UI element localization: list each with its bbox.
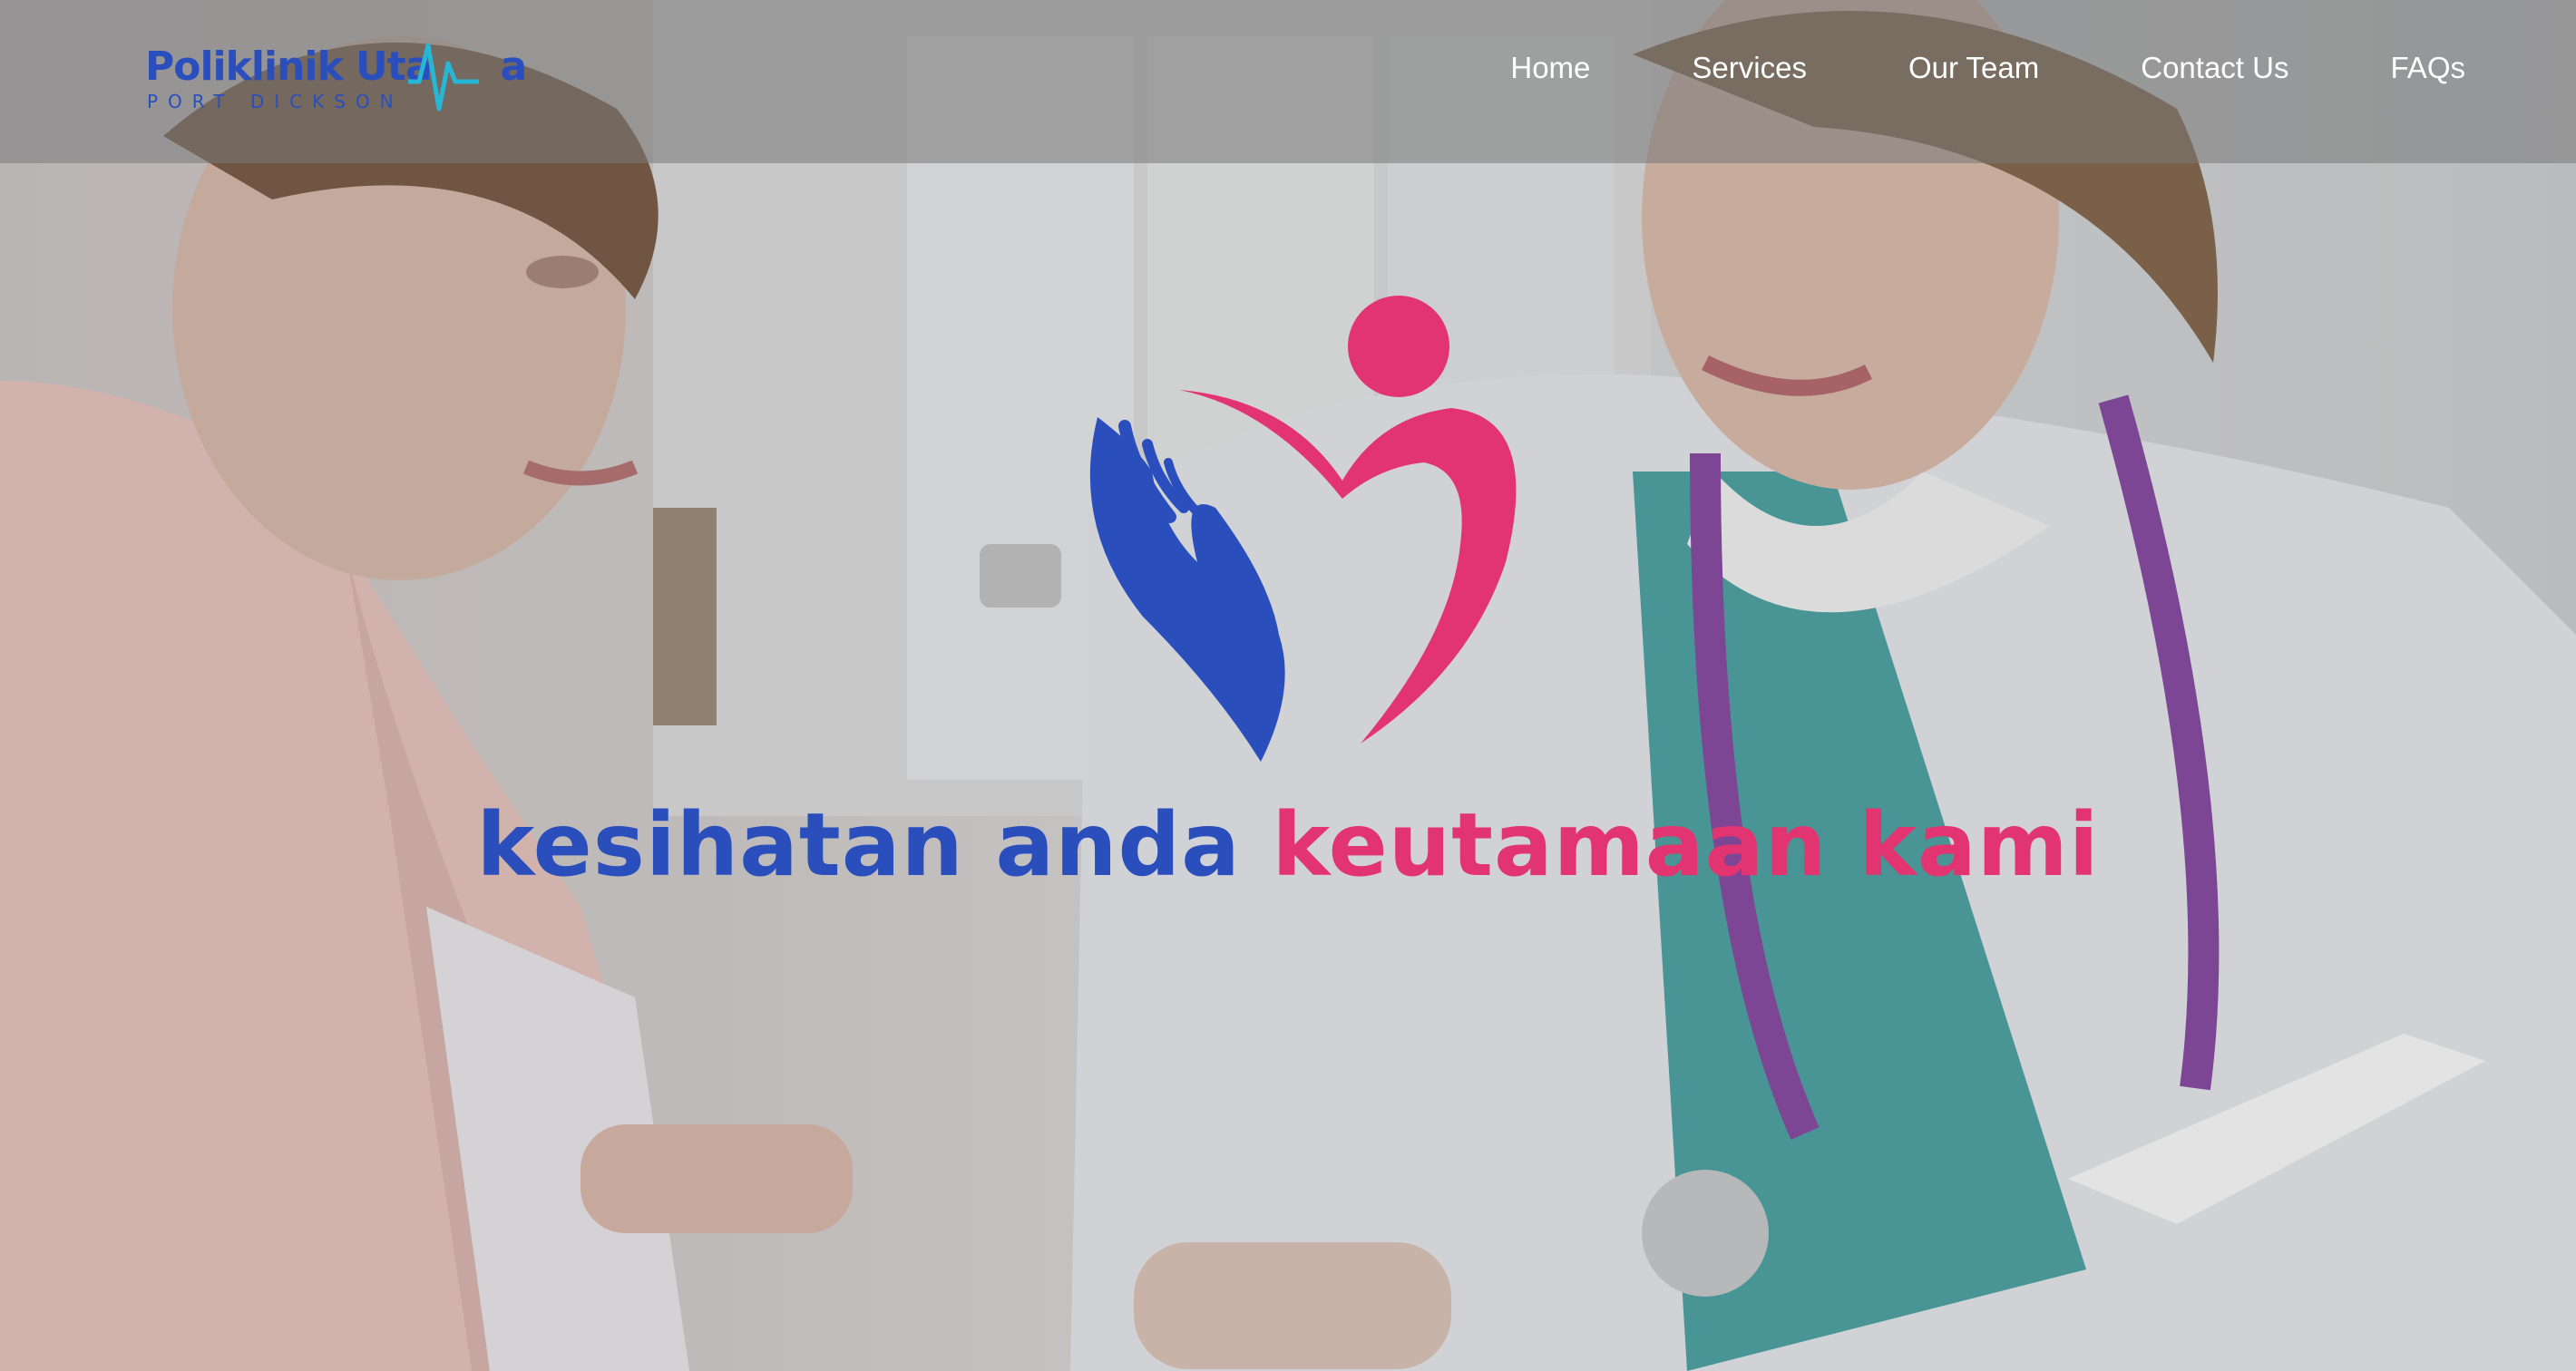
top-navbar: Poliklinik Uta a PORT DICKSON Home Servic…	[0, 0, 2576, 163]
main-nav: Home Services Our Team Contact Us FAQs	[1409, 51, 2465, 85]
center-logo	[1070, 290, 1542, 784]
brand-logo[interactable]: Poliklinik Uta a PORT DICKSON	[145, 24, 528, 123]
heartbeat-icon	[408, 43, 479, 112]
brand-name-text: Poliklinik Uta	[145, 44, 433, 90]
nav-contact-us[interactable]: Contact Us	[2141, 51, 2288, 85]
slogan-part-1: kesihatan anda	[476, 794, 1241, 896]
hero-slogan: kesihatan anda keutamaan kami	[0, 794, 2576, 896]
brand-name-end: a	[500, 44, 528, 90]
brand-subtitle: PORT DICKSON	[147, 91, 404, 112]
slogan-part-2: keutamaan kami	[1272, 794, 2100, 896]
nav-faqs[interactable]: FAQs	[2390, 51, 2465, 85]
caring-hand-heart-icon	[1089, 296, 1517, 762]
nav-services[interactable]: Services	[1692, 51, 1807, 85]
nav-home[interactable]: Home	[1510, 51, 1590, 85]
nav-our-team[interactable]: Our Team	[1908, 51, 2039, 85]
